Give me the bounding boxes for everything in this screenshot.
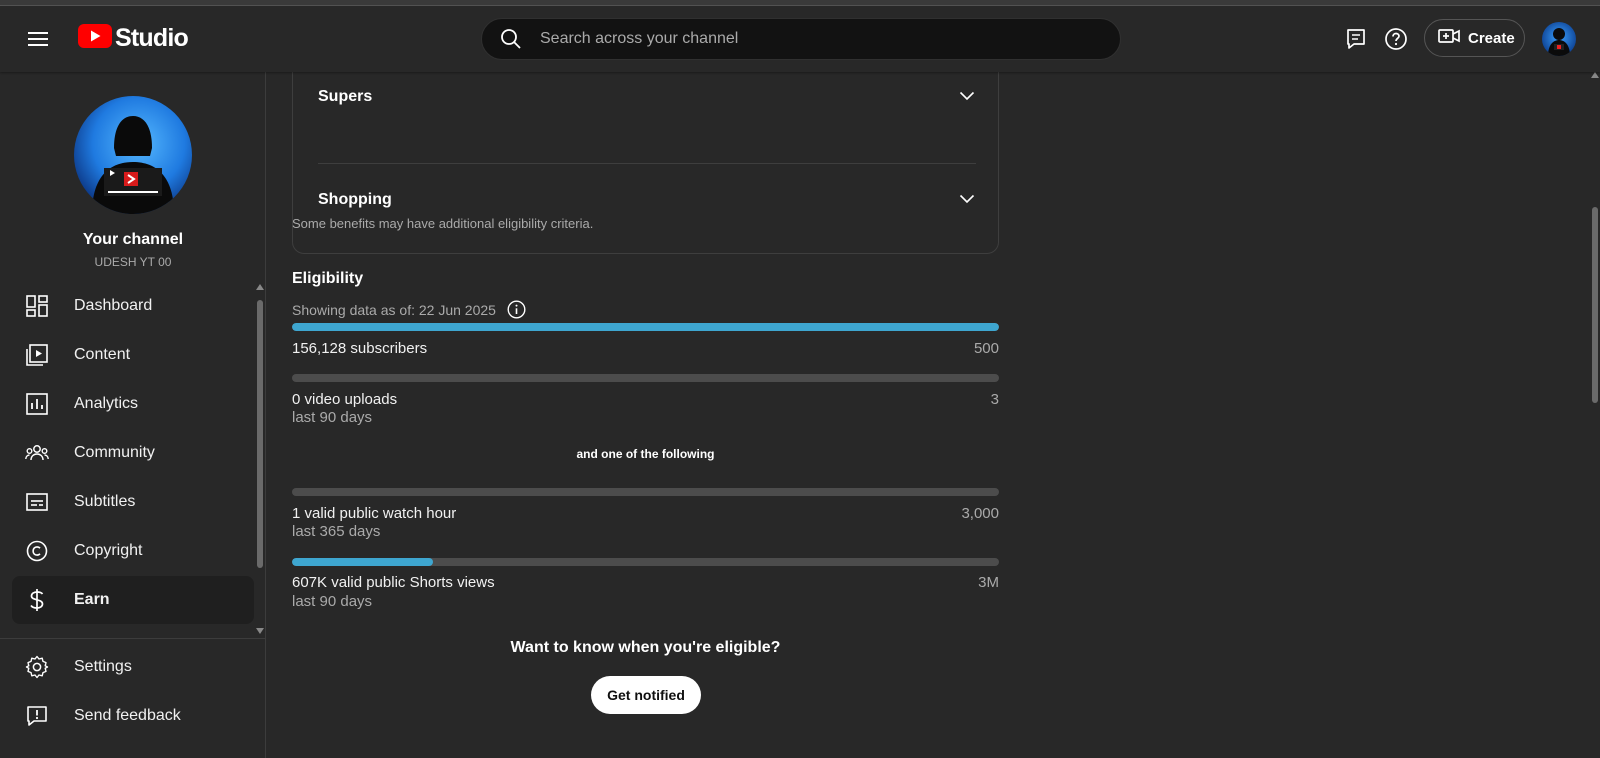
feedback-messages-icon[interactable] xyxy=(1343,26,1369,52)
sidebar-item-dashboard[interactable]: Dashboard xyxy=(12,282,254,330)
sidebar-item-earn[interactable]: Earn xyxy=(12,576,254,624)
progress-bar-uploads xyxy=(292,374,999,382)
create-button[interactable]: Create xyxy=(1424,19,1525,57)
channel-title: Your channel xyxy=(82,231,184,248)
metric-period-uploads: last 90 days xyxy=(292,409,373,426)
one-of-following-text: and one of the following xyxy=(576,447,715,461)
feedback-icon xyxy=(24,703,50,729)
top-app-bar: Studio Create xyxy=(0,6,1600,72)
metric-label-uploads: 0 video uploads xyxy=(292,391,398,408)
sidebar-item-settings[interactable]: Settings xyxy=(12,643,254,691)
scroll-up-arrow-icon[interactable] xyxy=(256,284,264,290)
metric-target-uploads: 3 xyxy=(990,391,999,408)
earn-main-content: Supers Shopping Some benefits may have a… xyxy=(267,42,1587,758)
accordion-label: Supers xyxy=(318,88,373,105)
metric-target-subscribers: 500 xyxy=(973,340,999,357)
sidebar-item-label: Settings xyxy=(74,658,132,675)
info-icon[interactable] xyxy=(507,300,526,319)
as-of-text: Showing data as of: 22 Jun 2025 xyxy=(292,301,496,318)
sidebar-item-label: Analytics xyxy=(74,395,139,412)
sidebar-item-content[interactable]: Content xyxy=(12,331,254,379)
metric-target-shorts-views: 3M xyxy=(978,574,999,591)
create-label: Create xyxy=(1468,29,1515,47)
sidebar-item-label: Earn xyxy=(74,591,110,608)
metric-label-shorts-views: 607K valid public Shorts views xyxy=(292,574,495,591)
page-scroll-up-arrow-icon[interactable] xyxy=(1591,72,1599,78)
channel-name: UDESH YT 00 xyxy=(94,255,172,269)
scroll-down-arrow-icon[interactable] xyxy=(256,628,264,634)
sidebar-item-label: Copyright xyxy=(74,542,143,559)
sidebar-item-label: Dashboard xyxy=(74,297,153,314)
copyright-icon xyxy=(24,538,50,564)
sidebar-item-label: Send feedback xyxy=(74,707,181,724)
help-icon[interactable] xyxy=(1383,26,1409,52)
app-name: Studio xyxy=(115,24,189,52)
community-icon xyxy=(24,440,50,466)
gear-icon xyxy=(24,654,50,680)
progress-bar-watch-hours xyxy=(292,488,999,496)
metric-label-subscribers: 156,128 subscribers xyxy=(292,340,428,357)
subtitles-icon xyxy=(24,489,50,515)
progress-bar-subscribers xyxy=(292,323,999,331)
sidebar-item-copyright[interactable]: Copyright xyxy=(12,527,254,575)
sidebar-item-send-feedback[interactable]: Send feedback xyxy=(12,692,254,740)
accordion-label: Shopping xyxy=(318,191,392,208)
sidebar-item-label: Community xyxy=(74,444,155,461)
video-add-icon xyxy=(1438,27,1460,50)
analytics-icon xyxy=(24,391,50,417)
eligibility-note: Some benefits may have additional eligib… xyxy=(292,216,594,231)
search-input[interactable] xyxy=(540,30,1080,48)
menu-icon[interactable] xyxy=(22,24,54,54)
metric-label-watch-hours: 1 valid public watch hour xyxy=(292,505,457,522)
youtube-logo-icon xyxy=(78,24,112,53)
eligibility-cta-text: Want to know when you're eligible? xyxy=(510,639,781,656)
sidebar-item-label: Content xyxy=(74,346,131,363)
sidebar: Your channel UDESH YT 00 Dashboard Conte… xyxy=(0,72,266,758)
progress-bar-shorts-views xyxy=(292,558,999,566)
metric-period-watch-hours: last 365 days xyxy=(292,523,381,540)
metric-period-shorts-views: last 90 days xyxy=(292,593,373,610)
sidebar-item-subtitles[interactable]: Subtitles xyxy=(12,478,254,526)
account-avatar[interactable] xyxy=(1542,22,1576,56)
channel-avatar[interactable] xyxy=(74,96,192,214)
sidebar-item-analytics[interactable]: Analytics xyxy=(12,380,254,428)
metric-target-watch-hours: 3,000 xyxy=(961,505,999,522)
dollar-icon xyxy=(24,587,50,613)
sidebar-divider xyxy=(0,638,266,639)
sidebar-scrollbar[interactable] xyxy=(257,300,263,568)
page-scrollbar[interactable] xyxy=(1592,207,1598,403)
sidebar-item-community[interactable]: Community xyxy=(12,429,254,477)
progress-fill xyxy=(292,558,434,566)
get-notified-button[interactable]: Get notified xyxy=(591,676,701,714)
sidebar-item-label: Subtitles xyxy=(74,493,136,510)
content-icon xyxy=(24,342,50,368)
data-as-of: Showing data as of: 22 Jun 2025 xyxy=(292,300,526,319)
dashboard-icon xyxy=(24,293,50,319)
chevron-down-icon[interactable] xyxy=(959,88,975,106)
chevron-down-icon[interactable] xyxy=(959,191,975,209)
progress-fill xyxy=(292,323,999,331)
eligibility-title: Eligibility xyxy=(292,270,364,287)
search-bar[interactable] xyxy=(481,18,1121,60)
youtube-studio-logo[interactable]: Studio xyxy=(78,24,189,53)
search-icon[interactable] xyxy=(500,28,522,50)
